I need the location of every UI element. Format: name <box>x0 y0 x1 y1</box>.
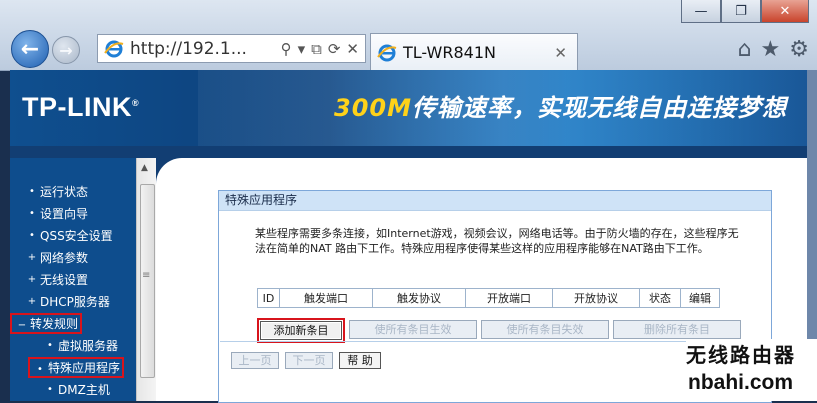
arrow-left-icon: ← <box>20 36 40 62</box>
sidebar-item-wireless[interactable]: + 无线设置 <box>10 268 124 290</box>
sidebar-item-qss[interactable]: • QSS安全设置 <box>10 224 124 246</box>
delete-all-button[interactable]: 删除所有条目 <box>613 320 741 339</box>
forward-button[interactable]: → <box>52 36 80 64</box>
address-bar[interactable]: http://192.1... ⚲ ▾ ⧉ ⟳ ✕ <box>97 34 366 63</box>
disable-all-button[interactable]: 使所有条目失效 <box>481 320 609 339</box>
ie-logo-icon <box>377 44 397 61</box>
banner-bar <box>10 146 807 158</box>
close-window-button[interactable]: ✕ <box>761 0 809 23</box>
sidebar-item-virtual-server[interactable]: • 虚拟服务器 <box>28 334 124 356</box>
address-text[interactable]: http://192.1... <box>130 39 281 59</box>
stop-icon[interactable]: ✕ <box>346 40 359 58</box>
dropdown-icon[interactable]: ▾ <box>298 40 306 58</box>
sidebar-item-dhcp[interactable]: + DHCP服务器 <box>10 290 124 312</box>
col-open-protocol: 开放协议 <box>552 288 640 308</box>
scroll-up-icon[interactable]: ▲ <box>141 163 148 173</box>
col-trigger-port: 触发端口 <box>279 288 373 308</box>
router-banner: TP-LINK® 300M传输速率，实现无线自由连接梦想 <box>10 70 807 146</box>
arrow-right-icon: → <box>59 40 73 60</box>
pager: 上一页 下一页 帮 助 <box>231 352 381 369</box>
highlight-box: 添加新条目 <box>257 318 345 343</box>
sidebar-item-wizard[interactable]: • 设置向导 <box>10 202 124 224</box>
gear-icon[interactable]: ⚙ <box>789 37 809 62</box>
panel-title: 特殊应用程序 <box>219 191 771 211</box>
sidebar-menu: • 运行状态 • 设置向导 • QSS安全设置 + 网络参数 + 无线设置 + DHCP服务… <box>10 158 144 401</box>
browser-tab[interactable]: TL-WR841N ✕ <box>370 33 578 71</box>
browser-chrome: — ❐ ✕ ← → http://192.1... ⚲ ▾ ⧉ ⟳ ✕ TL-W… <box>0 0 817 71</box>
col-id: ID <box>257 288 280 308</box>
action-buttons: 添加新条目 使所有条目生效 使所有条目失效 删除所有条目 <box>257 318 741 343</box>
compatibility-icon[interactable]: ⧉ <box>311 40 322 58</box>
tplink-logo: TP-LINK® <box>22 92 140 122</box>
scroll-thumb[interactable] <box>140 184 155 378</box>
maximize-button[interactable]: ❐ <box>721 0 761 23</box>
col-edit: 编辑 <box>680 288 720 308</box>
col-status: 状态 <box>639 288 681 308</box>
window-controls: — ❐ ✕ <box>681 0 809 23</box>
prev-page-button[interactable]: 上一页 <box>231 352 279 369</box>
sidebar-item-status[interactable]: • 运行状态 <box>10 180 124 202</box>
highlight-box: − 转发规则 <box>10 312 83 334</box>
slogan: 300M传输速率，实现无线自由连接梦想 <box>334 94 787 122</box>
ie-logo-icon <box>104 40 124 57</box>
grip-icon: ≡ <box>142 270 151 281</box>
add-entry-button[interactable]: 添加新条目 <box>260 321 342 340</box>
close-tab-icon[interactable]: ✕ <box>554 44 567 62</box>
watermark: 无线路由器 nbahi.com <box>686 339 817 401</box>
enable-all-button[interactable]: 使所有条目生效 <box>349 320 477 339</box>
star-icon[interactable]: ★ <box>761 37 781 62</box>
back-button[interactable]: ← <box>11 30 49 68</box>
rules-table: ID 触发端口 触发协议 开放端口 开放协议 状态 编辑 <box>257 288 720 308</box>
panel-description: 某些程序需要多条连接，如Internet游戏，视频会议，网络电话等。由于防火墙的… <box>255 227 739 255</box>
refresh-icon[interactable]: ⟳ <box>328 40 341 58</box>
tab-title: TL-WR841N <box>403 43 496 62</box>
home-icon[interactable]: ⌂ <box>738 37 752 62</box>
slogan-area: 300M传输速率，实现无线自由连接梦想 <box>198 70 807 146</box>
sidebar-item-dmz[interactable]: • DMZ主机 <box>28 378 124 400</box>
help-button[interactable]: 帮 助 <box>339 352 381 369</box>
sidebar-item-special-apps[interactable]: • 特殊应用程序 <box>28 356 125 378</box>
search-icon[interactable]: ⚲ <box>281 40 292 58</box>
col-open-port: 开放端口 <box>465 288 553 308</box>
sidebar-scrollbar[interactable]: ▲ ≡ <box>136 158 157 401</box>
sidebar-item-forwarding[interactable]: − 转发规则 <box>10 312 124 334</box>
highlight-box: • 特殊应用程序 <box>28 356 125 378</box>
minimize-button[interactable]: — <box>681 0 721 23</box>
next-page-button[interactable]: 下一页 <box>285 352 333 369</box>
sidebar-item-network[interactable]: + 网络参数 <box>10 246 124 268</box>
col-trigger-protocol: 触发协议 <box>372 288 466 308</box>
